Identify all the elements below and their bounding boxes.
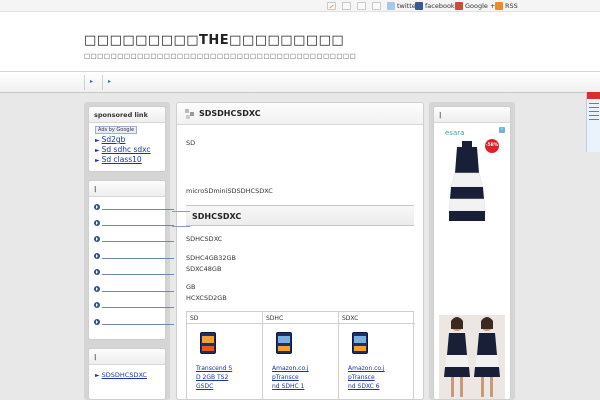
left-sidebar: sponsored link Ads by Google ► Sd2gb ► Sd …: [84, 102, 174, 400]
arrow-circle-icon: [94, 204, 100, 210]
sponsored-heading: sponsored link: [89, 107, 165, 123]
recent-posts-heading: |: [89, 349, 165, 365]
document-icon[interactable]: [342, 2, 351, 10]
paragraph-4: SDHC4GB32GB: [186, 254, 236, 262]
arrow-circle-icon: [94, 302, 100, 308]
recent-posts-widget: | ► SDSDHCSDXC: [88, 348, 166, 400]
product-link-sdxc[interactable]: Amazon.co.j pTransce nd SDXC 6: [348, 364, 385, 391]
rss-link[interactable]: RSS: [495, 1, 518, 11]
model-image: [439, 315, 505, 399]
edit-icon[interactable]: [327, 2, 336, 10]
arrow-circle-icon: [94, 236, 100, 242]
ad-heading: |: [434, 107, 510, 123]
overflow-line: [172, 226, 190, 227]
adchoices-icon[interactable]: i: [499, 127, 505, 133]
section-heading: SDHCSDXC: [186, 205, 414, 226]
category-heading: |: [89, 181, 165, 197]
google-plus-link[interactable]: Google +1: [455, 1, 500, 11]
ad-link-sd-sdhc-sdxc[interactable]: ► Sd sdhc sdxc: [95, 145, 165, 154]
product-table: SD SDHC SDXC Transcend S D 2GB TS2 GSDC …: [186, 311, 415, 400]
nav-separator: [102, 75, 103, 90]
sd-card-image[interactable]: [200, 332, 216, 354]
list-item[interactable]: [94, 285, 174, 293]
list-item[interactable]: [94, 235, 174, 243]
facebook-link[interactable]: facebook: [415, 1, 455, 11]
triangle-right-icon: ►: [95, 147, 100, 154]
paragraph-5: SDXC48GB: [186, 265, 222, 273]
list-item[interactable]: [94, 203, 174, 211]
overflow-line: [172, 211, 190, 212]
sponsored-widget: sponsored link Ads by Google ► Sd2gb ► Sd …: [88, 106, 166, 172]
ads-by-google-label[interactable]: Ads by Google: [95, 126, 138, 134]
nav-item-2[interactable]: ▸: [108, 78, 111, 85]
nav-separator: [84, 75, 85, 90]
arrow-circle-icon: [94, 286, 100, 292]
side-ad-tab[interactable]: [586, 92, 600, 152]
sdxc-card-image[interactable]: [352, 332, 368, 354]
paragraph-7: HCXCSD2GB: [186, 294, 227, 302]
arrow-circle-icon: [94, 319, 100, 325]
discount-badge: -58%: [485, 139, 499, 153]
product-link-sdhc[interactable]: Amazon.co.j pTransce nd SDHC 1: [272, 364, 309, 391]
table-header-sdxc: SDXC: [339, 312, 415, 324]
site-header: □□□□□□□□□THE□□□□□□□□□ □□□□□□□□□□□□□□□□□□…: [0, 12, 600, 72]
arrow-circle-icon: [94, 220, 100, 226]
global-nav: ▸ ▸: [0, 71, 600, 93]
category-widget: |: [88, 180, 174, 340]
product-link-sd[interactable]: Transcend S D 2GB TS2 GSDC: [196, 364, 232, 391]
table-header-sdhc: SDHC: [263, 312, 339, 324]
triangle-right-icon: ►: [95, 137, 100, 144]
paragraph-3: SDHCSDXC: [186, 235, 223, 243]
dress-image: [449, 141, 485, 221]
main-article: SDSDHCSDXC SD microSDminiSDSDHCSDXC SDHC…: [176, 102, 424, 400]
list-item[interactable]: [94, 301, 174, 309]
page-icon: [185, 109, 194, 119]
site-title[interactable]: □□□□□□□□□THE□□□□□□□□□: [84, 33, 344, 48]
article-title: SDSDHCSDXC: [199, 109, 261, 118]
recent-post-link[interactable]: ► SDSDHCSDXC: [95, 371, 165, 379]
mail-icon[interactable]: [357, 2, 366, 10]
list-item[interactable]: [94, 219, 174, 227]
list-item[interactable]: [94, 268, 174, 276]
triangle-right-icon: ►: [95, 157, 100, 164]
sdhc-card-image[interactable]: [276, 332, 292, 354]
ad-link-sd-class10[interactable]: ► Sd class10: [95, 155, 165, 164]
twitter-link[interactable]: twitter: [387, 1, 418, 11]
site-description: □□□□□□□□□□□□□□□□□□□□□□□□□□□□□□□□□□□□□□□□…: [84, 52, 357, 60]
paragraph-6: GB: [186, 283, 196, 291]
brand-logo: esara: [445, 129, 465, 137]
triangle-right-icon: ►: [95, 372, 100, 379]
arrow-circle-icon: [94, 253, 100, 259]
print-icon[interactable]: [372, 2, 381, 10]
rss-icon: [495, 2, 503, 10]
list-item[interactable]: [94, 252, 174, 260]
nav-item-1[interactable]: ▸: [90, 78, 93, 85]
facebook-icon: [415, 2, 423, 10]
right-sidebar: | i esara -58%: [429, 102, 515, 400]
paragraph-2: microSDminiSDSDHCSDXC: [186, 187, 273, 195]
article-title-bar: SDSDHCSDXC: [177, 103, 423, 125]
social-bar: twitter facebook Google +1 RSS: [0, 0, 600, 12]
ad-link-sd2gb[interactable]: ► Sd2gb: [95, 135, 165, 144]
twitter-icon: [387, 2, 395, 10]
google-plus-icon: [455, 2, 463, 10]
arrow-circle-icon: [94, 269, 100, 275]
paragraph-1: SD: [186, 139, 196, 147]
list-item[interactable]: [94, 318, 174, 326]
ad-widget: | i esara -58%: [433, 106, 511, 400]
dress-ad[interactable]: i esara -58%: [435, 125, 509, 399]
table-header-sd: SD: [187, 312, 263, 324]
